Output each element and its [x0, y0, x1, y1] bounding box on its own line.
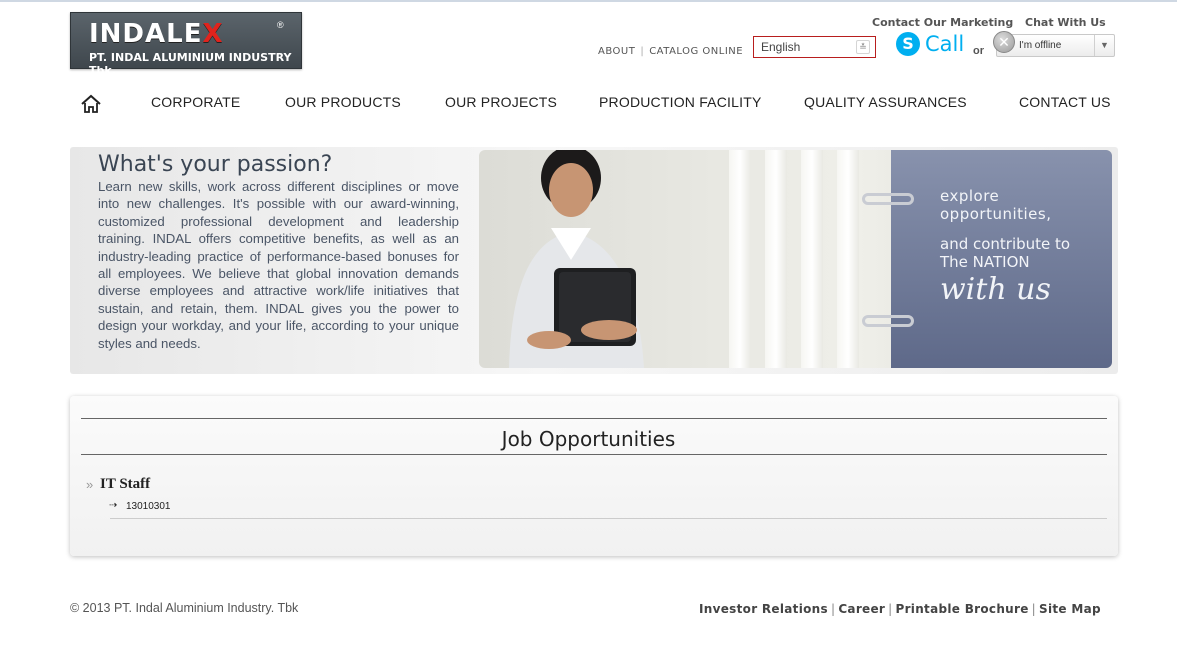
- nav-item-corporate[interactable]: CORPORATE: [151, 94, 240, 110]
- career-link[interactable]: Career: [838, 602, 885, 616]
- link-separator: |: [888, 602, 893, 616]
- nav-item-our-projects[interactable]: OUR PROJECTS: [445, 94, 557, 110]
- job-opportunities-box: [70, 396, 1118, 556]
- language-value: English: [761, 40, 801, 54]
- hero-description: Learn new skills, work across different …: [98, 179, 459, 351]
- slogan-line: The NATION: [940, 253, 1030, 271]
- divider: [110, 518, 1107, 519]
- link-separator: |: [640, 46, 645, 57]
- registered-mark: ®: [277, 20, 284, 30]
- divider: [81, 454, 1107, 455]
- chat-link[interactable]: Chat With Us: [1025, 16, 1106, 29]
- company-subtitle: PT. INDAL ALUMINIUM INDUSTRY Tbk.: [89, 51, 292, 77]
- offline-status-icon: ✕: [993, 31, 1015, 53]
- catalog-online-link[interactable]: CATALOG ONLINE: [649, 46, 743, 57]
- about-link[interactable]: ABOUT: [598, 46, 635, 57]
- copyright-text: © 2013 PT. Indal Aluminium Industry. Tbk: [70, 601, 299, 615]
- language-select[interactable]: English ≛: [753, 36, 876, 58]
- call-label: Call: [925, 32, 965, 56]
- status-text: I'm offline: [1019, 40, 1062, 51]
- divider: [81, 418, 1107, 419]
- footer-links: Investor Relations | Career | Printable Broc…: [699, 602, 1101, 616]
- utility-links: ABOUT | CATALOG ONLINE: [598, 46, 743, 57]
- nav-item-contact-us[interactable]: CONTACT US: [1019, 94, 1111, 110]
- chevron-down-icon[interactable]: ≛: [856, 40, 870, 54]
- slogan-line: and contribute to: [940, 235, 1071, 253]
- bullet-icon: »: [86, 477, 94, 492]
- logo-wordmark: INDALEX: [89, 19, 224, 49]
- nav-item-production-facility[interactable]: PRODUCTION FACILITY: [599, 94, 761, 110]
- nav-item-quality-assurances[interactable]: QUALITY ASSURANCES: [804, 94, 967, 110]
- nav-item-our-products[interactable]: OUR PRODUCTS: [285, 94, 401, 110]
- binder-ring: [862, 315, 914, 327]
- site-map-link[interactable]: Site Map: [1039, 602, 1101, 616]
- home-icon[interactable]: [80, 94, 102, 114]
- company-logo[interactable]: INDALEX ® PT. INDAL ALUMINIUM INDUSTRY T…: [70, 12, 302, 77]
- printable-brochure-link[interactable]: Printable Brochure: [895, 602, 1028, 616]
- chevron-down-icon[interactable]: ▼: [1094, 35, 1114, 56]
- investor-relations-link[interactable]: Investor Relations: [699, 602, 828, 616]
- contact-marketing-link[interactable]: Contact Our Marketing: [872, 16, 1013, 29]
- arrow-right-icon: ⇢: [109, 500, 118, 511]
- hero-title: What's your passion?: [98, 152, 333, 177]
- top-border: [0, 0, 1177, 2]
- binder-ring: [862, 193, 914, 205]
- or-label: or: [973, 45, 984, 57]
- chat-status-dropdown[interactable]: ✕ I'm offline ▼: [993, 31, 1115, 57]
- link-separator: |: [1031, 602, 1037, 616]
- job-code-link[interactable]: 13010301: [126, 501, 171, 512]
- slogan-line: explore: [940, 187, 1000, 205]
- main-navigation: CORPORATE OUR PRODUCTS OUR PROJECTS PROD…: [0, 88, 1177, 118]
- job-title-link[interactable]: IT Staff: [100, 476, 150, 493]
- slogan-line: opportunities,: [940, 205, 1052, 223]
- skype-icon: S: [896, 32, 920, 56]
- link-separator: |: [830, 602, 836, 616]
- section-title: Job Opportunities: [501, 427, 676, 451]
- slogan-line: with us: [940, 272, 1051, 307]
